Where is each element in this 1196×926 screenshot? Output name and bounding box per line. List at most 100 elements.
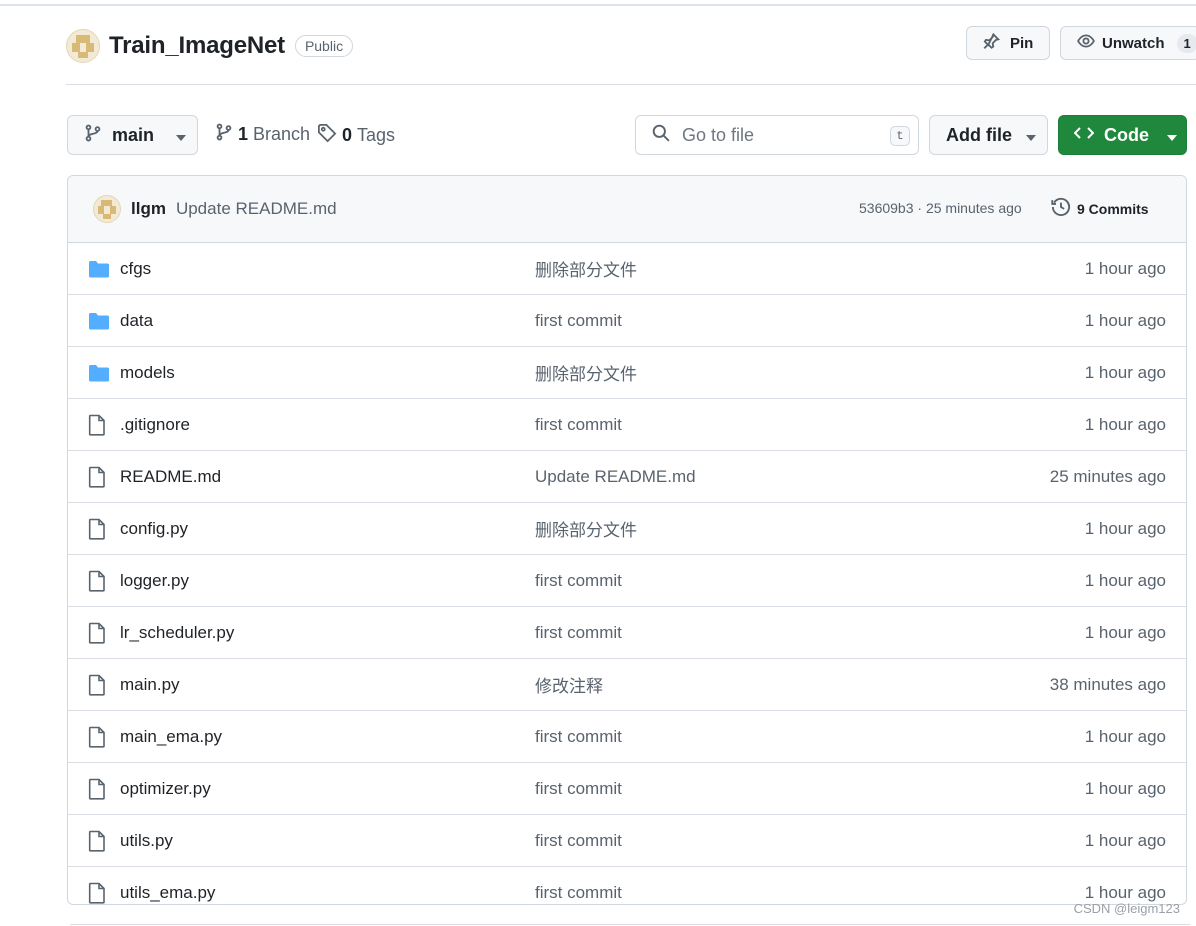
code-button[interactable]: Code <box>1058 115 1187 155</box>
folder-icon <box>88 363 110 388</box>
repo-name[interactable]: Train_ImageNet <box>109 32 285 60</box>
file-row[interactable]: data first commit 1 hour ago <box>68 295 1186 347</box>
file-list: cfgs 删除部分文件 1 hour ago data first commit 1 ho… <box>68 243 1186 904</box>
unwatch-label: Unwatch <box>1102 34 1165 52</box>
history-icon <box>1051 197 1071 220</box>
file-commit-time: 1 hour ago <box>1084 622 1166 642</box>
file-commit-time: 1 hour ago <box>1084 778 1166 798</box>
bottom-divider <box>70 924 1190 925</box>
add-file-label: Add file <box>946 124 1012 145</box>
branch-selector[interactable]: main <box>67 115 198 155</box>
file-browser: llgm Update README.md 53609b3 · 25 minut… <box>67 175 1187 905</box>
tag-count: 0 <box>342 125 353 145</box>
file-commit-time: 1 hour ago <box>1084 310 1166 330</box>
go-to-file-search[interactable]: t <box>635 115 919 155</box>
file-name[interactable]: optimizer.py <box>120 779 211 799</box>
file-commit-message[interactable]: first commit <box>535 571 622 591</box>
folder-icon <box>88 259 110 284</box>
file-name[interactable]: README.md <box>120 467 221 487</box>
file-icon <box>88 570 106 597</box>
file-name[interactable]: utils.py <box>120 831 173 851</box>
file-commit-time: 1 hour ago <box>1084 414 1166 434</box>
file-row[interactable]: .gitignore first commit 1 hour ago <box>68 399 1186 451</box>
file-name[interactable]: utils_ema.py <box>120 883 215 903</box>
file-commit-time: 25 minutes ago <box>1049 466 1166 486</box>
file-commit-message[interactable]: 修改注释 <box>535 672 603 697</box>
search-icon <box>652 124 670 147</box>
commit-author[interactable]: llgm <box>131 199 166 219</box>
caret-down-icon <box>1026 125 1036 146</box>
tag-icon <box>317 123 337 148</box>
top-border <box>0 4 1196 6</box>
shortcut-hint: t <box>890 126 910 146</box>
file-commit-message[interactable]: 删除部分文件 <box>535 360 637 385</box>
file-commit-message[interactable]: first commit <box>535 623 622 643</box>
file-row[interactable]: main_ema.py first commit 1 hour ago <box>68 711 1186 763</box>
file-commit-time: 1 hour ago <box>1084 882 1166 902</box>
file-row[interactable]: main.py 修改注释 38 minutes ago <box>68 659 1186 711</box>
caret-down-icon <box>1167 125 1177 146</box>
tag-count-label: Tags <box>357 125 396 145</box>
file-commit-message[interactable]: first commit <box>535 727 622 747</box>
file-commit-time: 1 hour ago <box>1084 258 1166 278</box>
file-commit-message[interactable]: first commit <box>535 883 622 903</box>
commit-hash-time[interactable]: 53609b3 · 25 minutes ago <box>859 200 1022 216</box>
branch-count-label: Branch <box>253 124 311 144</box>
file-commit-time: 1 hour ago <box>1084 726 1166 746</box>
pin-icon <box>982 32 1001 54</box>
search-input[interactable] <box>680 123 884 147</box>
file-row[interactable]: models 删除部分文件 1 hour ago <box>68 347 1186 399</box>
file-icon <box>88 882 106 904</box>
file-row[interactable]: utils_ema.py first commit 1 hour ago <box>68 867 1186 904</box>
file-row[interactable]: config.py 删除部分文件 1 hour ago <box>68 503 1186 555</box>
file-commit-message[interactable]: first commit <box>535 779 622 799</box>
commits-history-link[interactable]: 9 Commits <box>1051 197 1149 220</box>
file-commit-message[interactable]: Update README.md <box>535 467 696 487</box>
pin-label: Pin <box>1010 34 1034 52</box>
file-row[interactable]: logger.py first commit 1 hour ago <box>68 555 1186 607</box>
git-branch-icon <box>84 124 102 147</box>
file-commit-time: 1 hour ago <box>1084 362 1166 382</box>
latest-commit-bar: llgm Update README.md 53609b3 · 25 minut… <box>68 176 1186 243</box>
file-icon <box>88 726 106 753</box>
add-file-button[interactable]: Add file <box>929 115 1048 155</box>
file-name[interactable]: logger.py <box>120 571 189 591</box>
file-commit-time: 38 minutes ago <box>1049 674 1166 694</box>
branches-link[interactable]: 1 Branch <box>215 123 310 146</box>
file-icon <box>88 466 106 493</box>
file-name[interactable]: main.py <box>120 675 180 695</box>
file-icon <box>88 414 106 441</box>
file-name[interactable]: lr_scheduler.py <box>120 623 234 643</box>
file-row[interactable]: cfgs 删除部分文件 1 hour ago <box>68 243 1186 295</box>
file-name[interactable]: main_ema.py <box>120 727 222 747</box>
file-commit-message[interactable]: 删除部分文件 <box>535 516 637 541</box>
file-icon <box>88 830 106 857</box>
file-name[interactable]: config.py <box>120 519 188 539</box>
file-name[interactable]: models <box>120 363 175 383</box>
header-divider <box>66 84 1196 85</box>
author-avatar[interactable] <box>93 195 121 223</box>
file-name[interactable]: cfgs <box>120 259 151 279</box>
code-icon <box>1073 125 1095 146</box>
pin-button[interactable]: Pin <box>966 26 1050 60</box>
file-commit-message[interactable]: first commit <box>535 831 622 851</box>
watch-count: 1 <box>1176 33 1196 53</box>
file-commit-message[interactable]: 删除部分文件 <box>535 256 637 281</box>
git-branch-icon <box>215 123 233 146</box>
file-icon <box>88 622 106 649</box>
watermark: CSDN @leigm123 <box>1073 901 1180 916</box>
unwatch-button[interactable]: Unwatch 1 <box>1060 26 1196 60</box>
tags-link[interactable]: 0 Tags <box>317 123 395 148</box>
file-commit-message[interactable]: first commit <box>535 415 622 435</box>
file-name[interactable]: data <box>120 311 153 331</box>
owner-avatar[interactable] <box>66 29 100 63</box>
commit-message[interactable]: Update README.md <box>176 199 337 219</box>
file-icon <box>88 674 106 701</box>
file-row[interactable]: optimizer.py first commit 1 hour ago <box>68 763 1186 815</box>
file-name[interactable]: .gitignore <box>120 415 190 435</box>
file-row[interactable]: lr_scheduler.py first commit 1 hour ago <box>68 607 1186 659</box>
caret-down-icon <box>176 125 187 146</box>
file-row[interactable]: utils.py first commit 1 hour ago <box>68 815 1186 867</box>
file-commit-message[interactable]: first commit <box>535 311 622 331</box>
file-row[interactable]: README.md Update README.md 25 minutes ago <box>68 451 1186 503</box>
